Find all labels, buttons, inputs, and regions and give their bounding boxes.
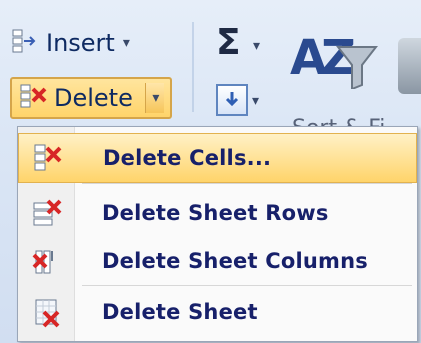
menu-item-delete-sheet-rows[interactable]: Delete Sheet Rows [18,188,417,238]
ribbon-separator [192,22,194,112]
chevron-down-icon: ▾ [152,90,160,106]
filter-funnel-icon[interactable] [336,45,378,89]
menu-item-label: Delete Sheet [102,300,258,324]
menu-item-delete-cells[interactable]: Delete Cells... [18,133,417,183]
delete-label: Delete [54,84,133,112]
delete-dropdown-menu: Delete Cells... Delete Sheet Rows Delete… [17,126,418,342]
delete-columns-icon [32,250,53,274]
delete-dropdown-toggle[interactable]: ▾ [144,83,164,113]
menu-item-label: Delete Sheet Columns [102,249,368,273]
menu-separator [82,285,412,286]
insert-label: Insert [46,29,115,57]
insert-button[interactable]: Insert ▾ [10,28,130,58]
fill-icon[interactable] [216,84,248,116]
chevron-down-icon[interactable]: ▾ [253,38,260,54]
delete-rows-icon [33,199,62,226]
find-select-icon[interactable] [398,38,421,94]
delete-sheet-icon [35,299,60,328]
insert-cells-icon [12,29,36,53]
delete-cells-icon [34,144,62,171]
menu-item-label: Delete Cells... [103,146,272,170]
delete-button[interactable]: Delete ▾ [10,77,172,119]
menu-separator [82,183,412,184]
chevron-down-icon[interactable]: ▾ [252,93,259,109]
autosum-icon[interactable]: Σ [216,22,241,63]
menu-item-delete-sheet-columns[interactable]: Delete Sheet Columns [18,236,417,286]
chevron-down-icon[interactable]: ▾ [123,35,130,51]
menu-item-label: Delete Sheet Rows [102,201,329,225]
menu-item-delete-sheet[interactable]: Delete Sheet [18,287,417,337]
delete-cells-icon [20,84,47,108]
